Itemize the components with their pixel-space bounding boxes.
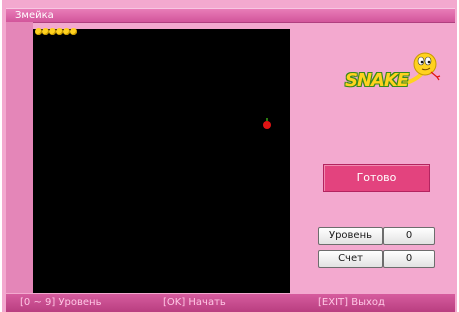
- ready-status-button[interactable]: Готово: [323, 164, 430, 192]
- logo-text: SNAKE: [345, 70, 409, 91]
- hint-exit-key: [EXIT] Выход: [318, 297, 385, 308]
- window-title: Змейка: [15, 10, 54, 21]
- level-value: 0: [383, 227, 435, 245]
- score-label: Счет: [318, 250, 383, 268]
- snake-segment: [63, 28, 70, 35]
- snake-logo: SNAKE: [345, 50, 445, 100]
- footer-hints: [0 ~ 9] Уровень [OK] Начать [EXIT] Выход: [6, 294, 455, 312]
- score-value: 0: [383, 250, 435, 268]
- snake-segment: [35, 28, 42, 35]
- title-bar: Змейка: [6, 8, 455, 23]
- level-label: Уровень: [318, 227, 383, 245]
- left-border: [6, 22, 33, 293]
- snake-segment: [42, 28, 49, 35]
- hint-start-key: [OK] Начать: [163, 297, 226, 308]
- snake-segment: [49, 28, 56, 35]
- hint-level-keys: [0 ~ 9] Уровень: [20, 297, 102, 308]
- snake-segment: [70, 28, 77, 35]
- snake-segment: [56, 28, 63, 35]
- apple-stem: [266, 118, 268, 121]
- game-board: [33, 28, 290, 293]
- apple-icon: [263, 121, 271, 129]
